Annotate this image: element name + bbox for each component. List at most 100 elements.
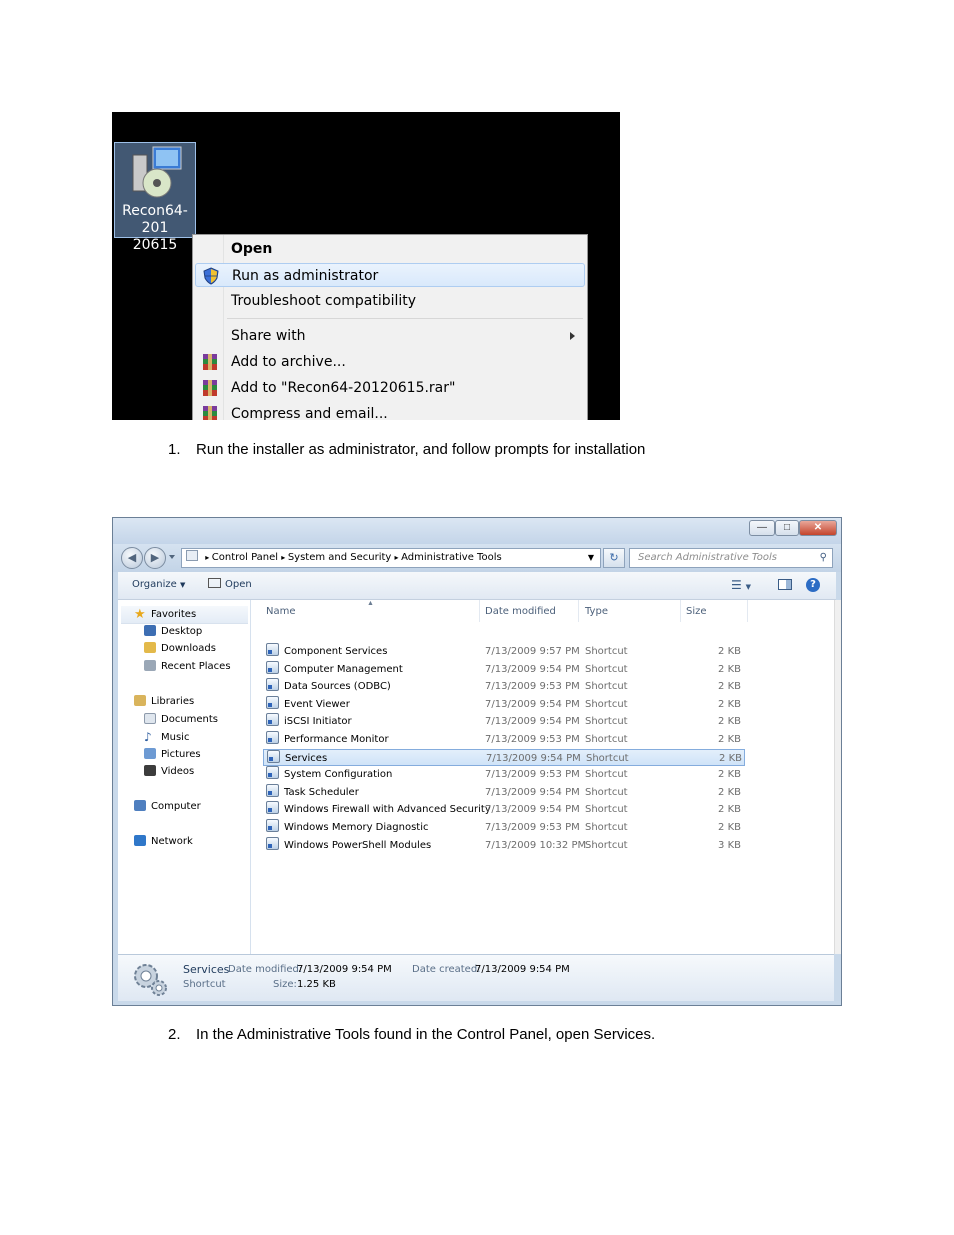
vertical-scrollbar[interactable] bbox=[834, 600, 841, 954]
minimize-button[interactable]: — bbox=[749, 520, 775, 536]
file-type: Shortcut bbox=[586, 752, 629, 764]
nav-videos[interactable]: Videos bbox=[144, 764, 194, 780]
search-icon[interactable]: ⚲ bbox=[820, 549, 827, 567]
file-row[interactable]: System Configuration 7/13/2009 9:53 PM Sho… bbox=[263, 766, 745, 783]
refresh-button[interactable]: ↻ bbox=[603, 548, 625, 568]
file-name: Task Scheduler bbox=[284, 786, 359, 798]
file-row[interactable]: Performance Monitor 7/13/2009 9:53 PM Shor… bbox=[263, 731, 745, 748]
videos-icon bbox=[144, 765, 156, 776]
file-type: Shortcut bbox=[585, 646, 628, 657]
maximize-button[interactable]: □ bbox=[775, 520, 799, 536]
nav-label: Music bbox=[161, 732, 190, 743]
menu-separator bbox=[227, 318, 583, 319]
column-header-type[interactable]: Type bbox=[585, 606, 608, 617]
file-row[interactable]: Windows PowerShell Modules 7/13/2009 10:3… bbox=[263, 836, 745, 854]
file-date: 7/13/2009 9:53 PM bbox=[485, 734, 580, 745]
libraries-icon bbox=[134, 695, 146, 706]
recent-pages-icon[interactable] bbox=[169, 555, 175, 559]
nav-computer[interactable]: Computer bbox=[134, 799, 201, 815]
menu-item-troubleshoot-compatibility[interactable]: Troubleshoot compatibility bbox=[195, 289, 585, 313]
column-header-size[interactable]: Size bbox=[686, 606, 707, 617]
menu-item-run-as-administrator[interactable]: Run as administrator bbox=[195, 263, 585, 287]
menu-item-label: Compress and email... bbox=[231, 406, 388, 420]
column-header-name[interactable]: Name bbox=[266, 606, 296, 617]
menu-item-compress-and-email[interactable]: Compress and email... bbox=[195, 402, 585, 420]
menu-item-label: Add to archive... bbox=[231, 354, 346, 370]
open-button[interactable]: Open bbox=[208, 572, 252, 598]
file-size: 2 KB bbox=[718, 663, 741, 675]
nav-documents[interactable]: Documents bbox=[144, 712, 218, 728]
address-dropdown-icon[interactable]: ▼ bbox=[588, 549, 594, 567]
network-icon bbox=[134, 835, 146, 846]
breadcrumb-control-panel[interactable]: Control Panel bbox=[212, 552, 278, 563]
nav-network[interactable]: Network bbox=[134, 834, 193, 850]
change-view-button[interactable]: ☰ ▼ bbox=[731, 572, 751, 600]
menu-item-share-with[interactable]: Share with bbox=[195, 324, 585, 348]
file-row[interactable]: Computer Management 7/13/2009 9:54 PM Shor… bbox=[263, 660, 745, 678]
details-size-value: 1.25 KB bbox=[297, 979, 336, 990]
search-input[interactable]: Search Administrative Tools ⚲ bbox=[629, 548, 833, 568]
address-bar[interactable]: ▸ Control Panel ▸ System and Security ▸ … bbox=[181, 548, 601, 568]
file-row[interactable]: iSCSI Initiator 7/13/2009 9:54 PM Shortcut… bbox=[263, 713, 745, 730]
file-row[interactable]: Windows Memory Diagnostic 7/13/2009 9:53 … bbox=[263, 819, 745, 836]
preview-pane-button[interactable] bbox=[778, 579, 792, 590]
file-date: 7/13/2009 9:54 PM bbox=[486, 752, 581, 764]
file-date: 7/13/2009 9:54 PM bbox=[485, 716, 580, 728]
file-row[interactable]: Services 7/13/2009 9:54 PM Shortcut 2 KB bbox=[263, 748, 745, 766]
music-icon: ♪ bbox=[144, 730, 152, 744]
back-button[interactable]: ◀ bbox=[121, 547, 143, 569]
nav-label: Computer bbox=[151, 801, 201, 812]
menu-item-add-to-archive[interactable]: Add to archive... bbox=[195, 350, 585, 374]
help-button[interactable]: ? bbox=[806, 578, 820, 592]
address-row: ◀ ▶ ▸ Control Panel ▸ System and Securit… bbox=[113, 544, 841, 572]
file-row[interactable]: Task Scheduler 7/13/2009 9:54 PM Shortcut 2… bbox=[263, 783, 745, 801]
nav-label: Pictures bbox=[161, 749, 201, 760]
details-modified-label: Date modified: bbox=[228, 964, 303, 975]
nav-music[interactable]: ♪ Music bbox=[144, 729, 189, 745]
nav-recent-places[interactable]: Recent Places bbox=[144, 659, 231, 675]
file-name: Event Viewer bbox=[284, 698, 350, 710]
nav-pictures[interactable]: Pictures bbox=[144, 747, 201, 763]
step-1-caption: 1. Run the installer as administrator, an… bbox=[168, 440, 645, 460]
file-type: Shortcut bbox=[585, 822, 628, 833]
details-size-label: Size: bbox=[273, 979, 297, 990]
column-header-date-modified[interactable]: Date modified bbox=[485, 606, 556, 617]
nav-desktop[interactable]: Desktop bbox=[144, 624, 202, 640]
details-type: Shortcut bbox=[183, 979, 226, 990]
file-row[interactable]: Windows Firewall with Advanced Security 7… bbox=[263, 801, 745, 818]
file-date: 7/13/2009 10:32 PM bbox=[485, 839, 587, 851]
file-size: 2 KB bbox=[718, 698, 741, 710]
nav-downloads[interactable]: Downloads bbox=[144, 641, 216, 657]
nav-label: Libraries bbox=[151, 696, 195, 707]
file-type: Shortcut bbox=[585, 663, 628, 675]
details-created-label: Date created: bbox=[412, 964, 481, 975]
file-row[interactable]: Component Services 7/13/2009 9:57 PM Short… bbox=[263, 643, 745, 660]
file-date: 7/13/2009 9:54 PM bbox=[485, 663, 580, 675]
shortcut-icon bbox=[266, 713, 279, 727]
winrar-icon bbox=[203, 380, 217, 396]
organize-button[interactable]: Organize ▼ bbox=[132, 572, 185, 598]
nav-label: Desktop bbox=[161, 626, 203, 637]
file-date: 7/13/2009 9:57 PM bbox=[485, 646, 580, 657]
minimize-icon: — bbox=[757, 522, 767, 533]
close-button[interactable]: ✕ bbox=[799, 520, 837, 536]
shortcut-icon bbox=[266, 678, 279, 692]
file-date: 7/13/2009 9:54 PM bbox=[485, 698, 580, 710]
shortcut-icon bbox=[266, 731, 279, 744]
nav-libraries[interactable]: Libraries bbox=[134, 694, 194, 710]
file-size: 2 KB bbox=[718, 804, 741, 816]
menu-item-add-to-rar[interactable]: Add to "Recon64-20120615.rar" bbox=[195, 376, 585, 400]
file-size: 2 KB bbox=[718, 786, 741, 798]
file-size: 2 KB bbox=[718, 734, 741, 745]
file-row[interactable]: Data Sources (ODBC) 7/13/2009 9:53 PM Shor… bbox=[263, 678, 745, 695]
file-name: System Configuration bbox=[284, 769, 393, 781]
forward-button[interactable]: ▶ bbox=[144, 547, 166, 569]
nav-favorites[interactable]: ★ Favorites bbox=[134, 607, 196, 623]
shortcut-icon bbox=[266, 660, 279, 674]
installer-icon bbox=[132, 146, 182, 198]
installer-desktop-icon[interactable]: Recon64-201 20615 bbox=[114, 142, 196, 253]
breadcrumb-administrative-tools[interactable]: Administrative Tools bbox=[401, 552, 502, 563]
file-row[interactable]: Event Viewer 7/13/2009 9:54 PM Shortcut 2 K… bbox=[263, 695, 745, 713]
menu-item-open[interactable]: Open bbox=[195, 237, 585, 261]
breadcrumb-system-and-security[interactable]: System and Security bbox=[288, 552, 392, 563]
